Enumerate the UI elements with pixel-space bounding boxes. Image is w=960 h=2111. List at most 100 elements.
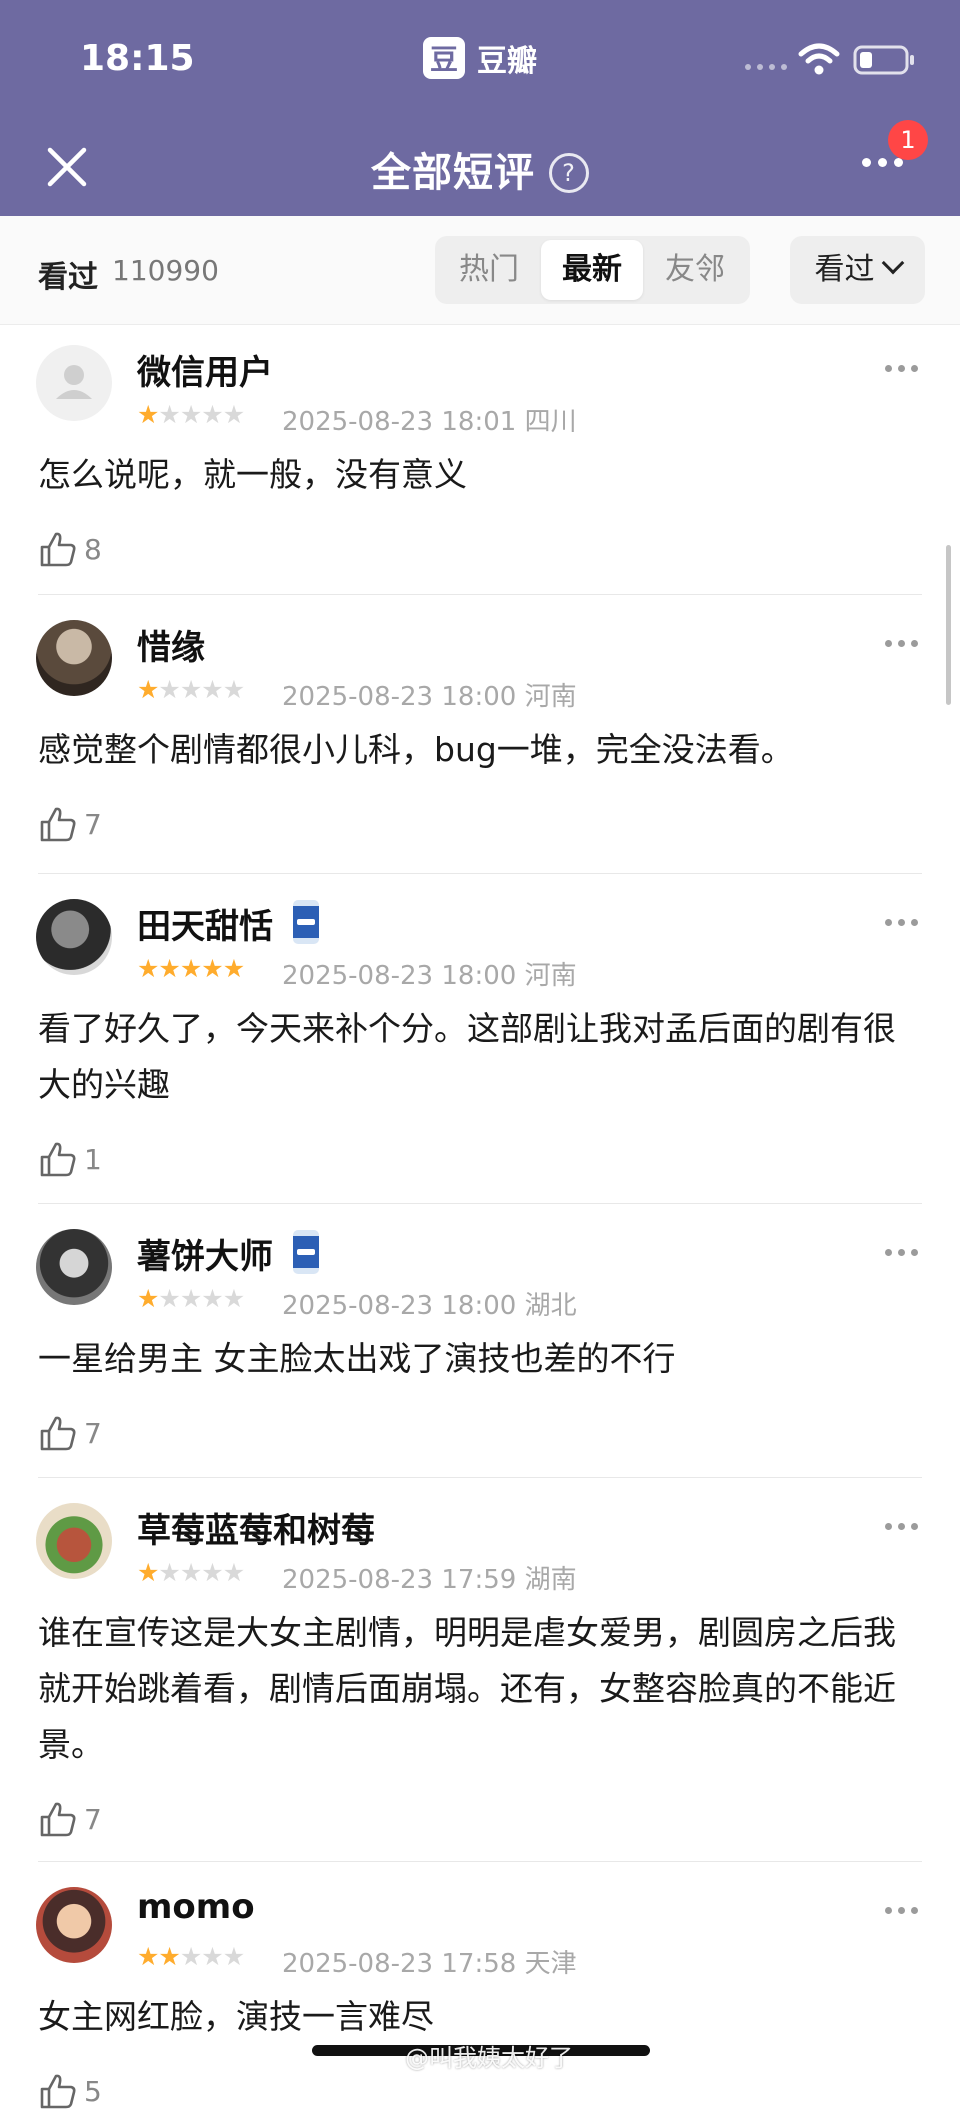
thumbs-up-icon — [40, 532, 76, 567]
username[interactable]: 惜缘 — [137, 620, 205, 669]
star-icon: ★ — [222, 400, 245, 429]
scrollbar[interactable] — [946, 545, 951, 705]
review-date: 2025-08-23 18:01 — [282, 407, 517, 437]
star-icon: ★ — [137, 1942, 159, 1971]
like-button[interactable]: 1 — [38, 1139, 102, 1179]
rating-stars: ★★★★★ — [137, 675, 245, 704]
tab-friends[interactable]: 友邻 — [644, 240, 746, 300]
star-icon: ★ — [158, 400, 180, 429]
username[interactable]: 微信用户 — [137, 345, 273, 394]
star-icon: ★ — [201, 400, 223, 429]
star-icon: ★ — [137, 400, 159, 429]
star-icon: ★ — [222, 954, 245, 983]
like-count: 7 — [84, 1416, 102, 1450]
header: 18:15 豆 豆瓣 全部短评? 1 — [0, 0, 960, 216]
username[interactable]: 草莓蓝莓和树莓 — [137, 1503, 375, 1552]
douban-logo-icon: 豆 — [423, 37, 465, 79]
review-location: 四川 — [524, 407, 577, 437]
like-count: 1 — [84, 1142, 102, 1176]
notification-badge: 1 — [888, 120, 928, 160]
watermark: @叫我姨太好了 — [405, 2044, 573, 2072]
tab-hot[interactable]: 热门 — [438, 240, 540, 300]
default-avatar-icon — [56, 365, 92, 399]
help-icon[interactable]: ? — [549, 153, 589, 193]
review-text: 怎么说呢，就一般，没有意义 — [38, 455, 467, 494]
review-date: 2025-08-23 17:58 — [282, 1949, 517, 1979]
username[interactable]: 田天甜恬 — [137, 899, 319, 948]
battery-icon — [853, 45, 914, 75]
star-icon: ★ — [158, 1284, 180, 1313]
more-options-icon[interactable] — [885, 640, 918, 647]
star-icon: ★ — [201, 1942, 223, 1971]
star-icon: ★ — [222, 675, 245, 704]
more-options-icon[interactable] — [885, 919, 918, 926]
like-button[interactable]: 8 — [38, 529, 102, 569]
review-meta: 2025-08-23 18:00 湖北 — [282, 1285, 577, 1322]
review-meta: 2025-08-23 17:59 湖南 — [282, 1559, 577, 1596]
star-icon: ★ — [137, 675, 159, 704]
avatar[interactable] — [36, 620, 112, 696]
avatar[interactable] — [36, 1887, 112, 1963]
filter-bar: 看过 110990 热门 最新 友邻 看过 — [0, 216, 960, 325]
seen-count: 110990 — [112, 254, 219, 287]
avatar[interactable] — [36, 1503, 112, 1579]
star-icon: ★ — [179, 1284, 202, 1313]
status-time: 18:15 — [80, 38, 195, 79]
tab-latest[interactable]: 最新 — [541, 240, 643, 300]
like-button[interactable]: 5 — [38, 2071, 102, 2111]
app-name: 豆瓣 — [477, 44, 537, 79]
review-text: 看了好久了，今天来补个分。这部剧让我对孟后面的剧有很大的兴趣 — [38, 1009, 896, 1104]
star-icon: ★ — [179, 400, 202, 429]
page-title-text: 全部短评 — [371, 150, 535, 196]
star-icon: ★ — [222, 1942, 245, 1971]
review-location: 湖北 — [524, 1291, 577, 1321]
review-date: 2025-08-23 18:00 — [282, 1291, 517, 1321]
like-button[interactable]: 7 — [38, 1413, 102, 1453]
more-options-icon[interactable] — [885, 1249, 918, 1256]
star-icon: ★ — [201, 1558, 223, 1587]
avatar[interactable] — [36, 899, 112, 975]
page-title: 全部短评? — [0, 140, 960, 198]
review-text: 谁在宣传这是大女主剧情，明明是虐女爱男，剧圆房之后我就开始跳着看，剧情后面崩塌。… — [38, 1613, 896, 1764]
divider — [38, 594, 922, 595]
more-options-icon[interactable] — [885, 1523, 918, 1530]
star-icon: ★ — [222, 1284, 245, 1313]
more-icon[interactable] — [862, 158, 903, 167]
avatar[interactable] — [36, 1229, 112, 1305]
more-options-icon[interactable] — [885, 365, 918, 372]
chevron-down-icon — [881, 251, 904, 275]
seen-filter-dropdown[interactable]: 看过 — [790, 236, 925, 304]
signal-icon — [745, 64, 787, 70]
review-date: 2025-08-23 17:59 — [282, 1565, 517, 1595]
divider — [38, 873, 922, 874]
review-text: 一星给男主 女主脸太出戏了演技也差的不行 — [38, 1339, 676, 1378]
review-meta: 2025-08-23 17:58 天津 — [282, 1943, 577, 1980]
star-icon: ★ — [158, 1942, 180, 1971]
thumbs-up-icon — [40, 807, 76, 842]
more-options-icon[interactable] — [885, 1907, 918, 1914]
like-button[interactable]: 7 — [38, 804, 102, 844]
star-icon: ★ — [158, 675, 180, 704]
avatar[interactable] — [36, 345, 112, 421]
thumbs-up-icon — [40, 1416, 76, 1451]
like-button[interactable]: 7 — [38, 1799, 102, 1839]
star-icon: ★ — [201, 1284, 223, 1313]
nav-bar: 全部短评? 1 — [0, 120, 960, 216]
status-bar: 18:15 豆 豆瓣 — [0, 0, 960, 120]
star-icon: ★ — [179, 954, 202, 983]
username[interactable]: 薯饼大师 — [137, 1229, 319, 1278]
review-date: 2025-08-23 18:00 — [282, 682, 517, 712]
member-badge-icon — [293, 900, 319, 944]
app-badge: 豆 豆瓣 — [423, 36, 537, 80]
username[interactable]: momo — [137, 1887, 255, 1927]
rating-stars: ★★★★★ — [137, 954, 245, 983]
review-text: 女主网红脸，演技一言难尽 — [38, 1997, 434, 2036]
star-icon: ★ — [201, 954, 223, 983]
member-badge-icon — [293, 1230, 319, 1274]
star-icon: ★ — [137, 954, 159, 983]
like-count: 7 — [84, 1802, 102, 1836]
divider — [38, 1203, 922, 1204]
thumbs-up-icon — [40, 1802, 76, 1837]
star-icon: ★ — [179, 1942, 202, 1971]
sort-segment: 热门 最新 友邻 — [435, 236, 750, 304]
